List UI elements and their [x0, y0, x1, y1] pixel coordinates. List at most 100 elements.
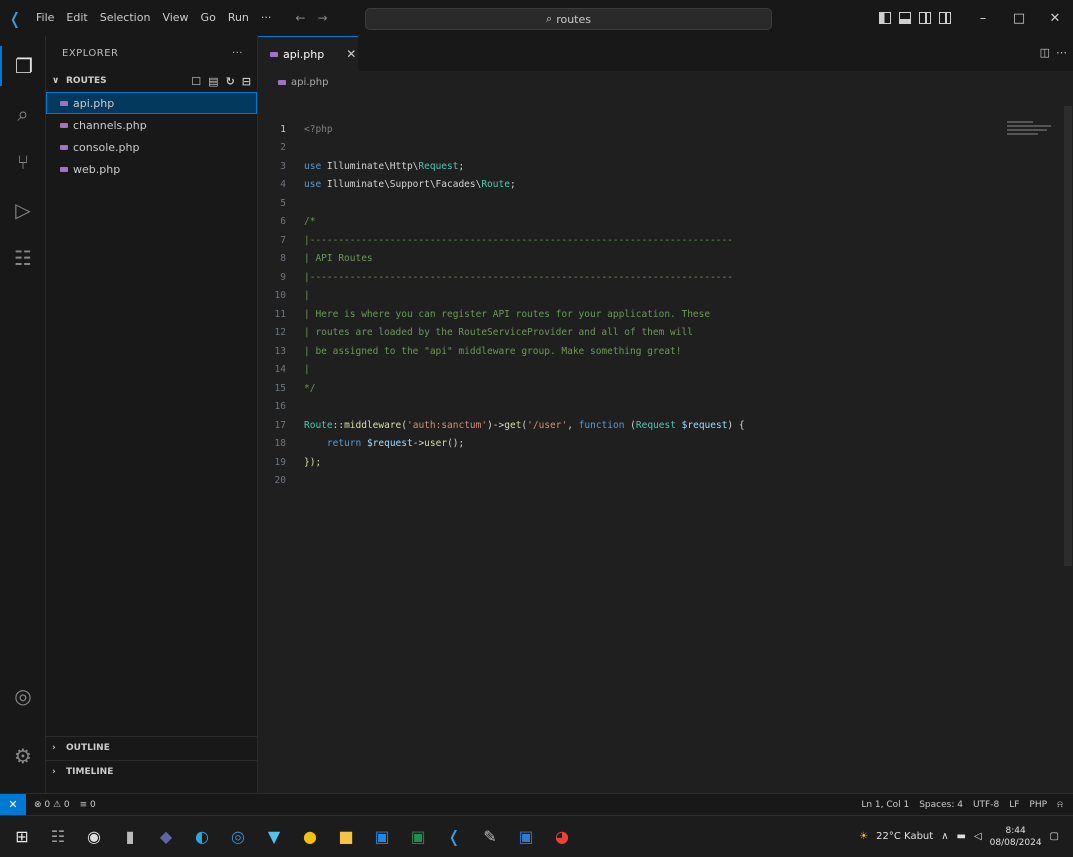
edge-browser-icon[interactable]: ◐: [187, 822, 217, 852]
code-class: Request: [418, 160, 459, 172]
timeline-section[interactable]: › TIMELINE: [46, 760, 258, 782]
folder-actions: ☐ ▤ ↻ ⊟: [191, 75, 251, 88]
remote-indicator[interactable]: ✕: [0, 793, 26, 816]
search-app-icon[interactable]: ◎: [223, 822, 253, 852]
ports-indicator[interactable]: ≡ 0: [80, 800, 96, 810]
close-button[interactable]: ✕: [1037, 0, 1073, 36]
code-view[interactable]: 1 <?php 2 3 use Illuminate\Http\Request; 4…: [258, 120, 998, 490]
excel-app-icon[interactable]: ▣: [403, 822, 433, 852]
problems-indicator[interactable]: ⊗ 0 ⚠ 0: [34, 800, 70, 810]
explorer-header: EXPLORER ···: [46, 36, 257, 70]
line-number: 6: [280, 216, 286, 228]
line-number: 14: [274, 364, 286, 376]
refresh-icon[interactable]: ↻: [226, 75, 235, 88]
system-tray: ☀ 22°C Kabut ∧ ▬ ◁ 8:44 08/08/2024 ▢: [859, 825, 1073, 849]
notification-center-icon[interactable]: ▢: [1050, 831, 1059, 842]
chrome-browser-icon[interactable]: ◕: [547, 822, 577, 852]
run-debug-icon[interactable]: ▷: [0, 190, 46, 230]
file-item-channels[interactable]: channels.php: [46, 114, 257, 136]
more-actions-icon[interactable]: ⋯: [1056, 46, 1067, 59]
word-app-icon[interactable]: ▣: [511, 822, 541, 852]
code-variable: $request: [681, 419, 728, 431]
code-comment: | API Routes: [304, 253, 373, 265]
task-view-icon[interactable]: ☷: [43, 822, 73, 852]
code-line: 1 <?php: [258, 120, 998, 139]
close-icon[interactable]: ✕: [346, 47, 356, 61]
toggle-secondary-sidebar-icon[interactable]: [919, 12, 931, 24]
toggle-panel-icon[interactable]: [899, 12, 911, 24]
network-icon[interactable]: ▬: [957, 831, 966, 842]
collapse-all-icon[interactable]: ⊟: [242, 75, 251, 88]
new-file-icon[interactable]: ☐: [191, 75, 201, 88]
teams-app-icon[interactable]: ◆: [151, 822, 181, 852]
file-item-console[interactable]: console.php: [46, 136, 257, 158]
encoding[interactable]: UTF-8: [973, 800, 999, 810]
file-item-web[interactable]: web.php: [46, 158, 257, 180]
forward-arrow-icon[interactable]: →: [317, 11, 327, 25]
taskbar-apps: ⊞ ☷ ◉ ▮ ◆ ◐ ◎ ▼ ● ■ ▣ ▣ ❬ ✎ ▣ ◕: [4, 822, 580, 852]
code-line: 7 |--------------------------------------…: [258, 231, 998, 250]
restore-button[interactable]: □: [1001, 0, 1037, 36]
language-mode[interactable]: PHP: [1029, 800, 1047, 810]
minimap[interactable]: [1007, 119, 1051, 149]
code-function: get: [504, 419, 522, 431]
browser-app-icon[interactable]: ◉: [79, 822, 109, 852]
code-comment: */: [304, 382, 316, 394]
cursor-position[interactable]: Ln 1, Col 1: [861, 800, 909, 810]
menu-run[interactable]: Run: [222, 0, 255, 36]
explorer-icon[interactable]: ❐: [0, 46, 46, 86]
settings-gear-icon[interactable]: ⚙: [0, 736, 46, 776]
line-number: 11: [274, 308, 286, 320]
weather-text[interactable]: 22°C Kabut: [876, 831, 933, 842]
source-control-icon[interactable]: ⑂: [0, 142, 46, 182]
new-folder-icon[interactable]: ▤: [208, 75, 218, 88]
clock[interactable]: 8:44 08/08/2024: [990, 825, 1042, 849]
code-comment: |: [304, 364, 310, 376]
chevron-up-icon[interactable]: ∧: [941, 831, 948, 842]
tab-api-php[interactable]: api.php ✕: [258, 36, 358, 71]
minimize-button[interactable]: –: [965, 0, 1001, 36]
menu-bar: File Edit Selection View Go Run ···: [30, 0, 277, 36]
phone-link-icon[interactable]: ▮: [115, 822, 145, 852]
code-punc: ::: [332, 419, 345, 431]
account-icon[interactable]: ◎: [0, 676, 46, 716]
outlook-app-icon[interactable]: ▣: [367, 822, 397, 852]
outline-section[interactable]: › OUTLINE: [46, 736, 258, 758]
line-number: 10: [274, 290, 286, 302]
menu-file[interactable]: File: [30, 0, 60, 36]
split-editor-icon[interactable]: ◫: [1040, 46, 1050, 59]
location-app-icon[interactable]: ▼: [259, 822, 289, 852]
volume-icon[interactable]: ◁: [974, 831, 982, 842]
folder-header[interactable]: ∨ ROUTES ☐ ▤ ↻ ⊟: [46, 70, 257, 92]
command-center-search[interactable]: ⌕ routes: [365, 8, 772, 30]
menu-edit[interactable]: Edit: [60, 0, 93, 36]
extensions-icon[interactable]: ☷: [0, 238, 46, 278]
notifications-bell-icon[interactable]: ⍾: [1057, 800, 1063, 810]
customize-layout-icon[interactable]: [939, 12, 951, 24]
toggle-sidebar-icon[interactable]: [879, 12, 891, 24]
scrollbar-thumb[interactable]: [1064, 106, 1072, 566]
menu-view[interactable]: View: [156, 0, 194, 36]
breadcrumb-file[interactable]: api.php: [291, 77, 328, 88]
windows-start-icon[interactable]: ⊞: [7, 822, 37, 852]
code-punc: (: [624, 419, 636, 431]
search-icon[interactable]: ⌕: [0, 94, 46, 134]
vscode-app-icon[interactable]: ❬: [439, 822, 469, 852]
menu-selection[interactable]: Selection: [94, 0, 157, 36]
code-line: 20: [258, 472, 998, 491]
menu-go[interactable]: Go: [195, 0, 222, 36]
weather-icon[interactable]: ☀: [859, 831, 868, 842]
file-explorer-icon[interactable]: ■: [331, 822, 361, 852]
back-arrow-icon[interactable]: ←: [295, 11, 305, 25]
code-line: 15 */: [258, 379, 998, 398]
menu-more[interactable]: ···: [255, 0, 278, 36]
paint-app-icon[interactable]: ✎: [475, 822, 505, 852]
chrome-app-icon[interactable]: ●: [295, 822, 325, 852]
vertical-scrollbar[interactable]: [1063, 106, 1073, 566]
end-of-line[interactable]: LF: [1009, 800, 1019, 810]
file-item-api[interactable]: api.php: [46, 92, 257, 114]
code-punc: ;: [458, 160, 465, 172]
indentation[interactable]: Spaces: 4: [919, 800, 963, 810]
explorer-more-button[interactable]: ···: [232, 48, 243, 59]
